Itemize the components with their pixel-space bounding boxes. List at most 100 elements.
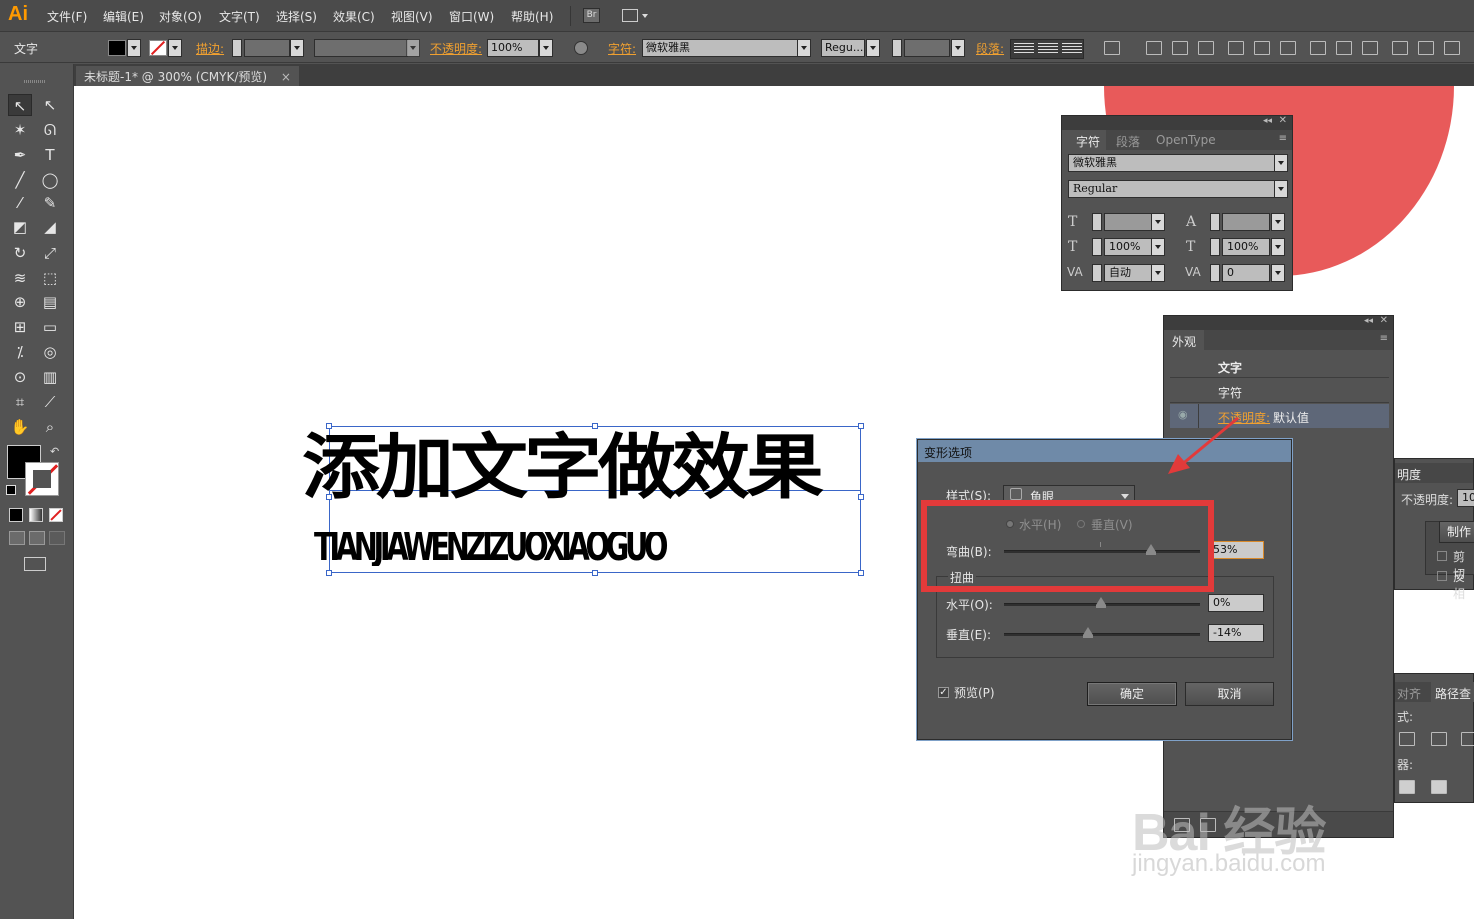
- selection-handle[interactable]: [858, 570, 864, 576]
- tab-align[interactable]: 对齐: [1397, 685, 1421, 702]
- tab-close-icon[interactable]: ×: [281, 70, 291, 84]
- dist-h-slider-knob[interactable]: [1096, 597, 1106, 608]
- selection-tool-icon[interactable]: ↖: [8, 94, 32, 116]
- align-left-objects-icon[interactable]: [1146, 41, 1162, 55]
- tab-opentype[interactable]: OpenType: [1156, 133, 1216, 147]
- align-vcenter-objects-icon[interactable]: [1254, 41, 1270, 55]
- clip-checkbox[interactable]: [1437, 551, 1447, 561]
- panel-menu-icon[interactable]: ≡: [1279, 133, 1287, 144]
- workspace-layout-icon[interactable]: [622, 9, 638, 22]
- draw-normal-icon[interactable]: [9, 531, 25, 545]
- stroke-weight-dropdown[interactable]: [290, 39, 304, 57]
- opacity-dropdown[interactable]: [539, 39, 553, 57]
- tab-character[interactable]: 字符: [1076, 133, 1100, 150]
- leading-dropdown[interactable]: [1271, 213, 1285, 231]
- font-size-field[interactable]: [1104, 213, 1152, 231]
- font-size-field[interactable]: [904, 39, 950, 57]
- slice-tool-icon[interactable]: ⟋: [38, 391, 62, 413]
- font-style-dropdown[interactable]: [866, 39, 880, 57]
- font-style-field[interactable]: Regular: [1068, 180, 1276, 198]
- preview-checkbox[interactable]: ✓: [938, 687, 949, 698]
- align-right-objects-icon[interactable]: [1198, 41, 1214, 55]
- menu-file[interactable]: 文件(F): [47, 8, 87, 25]
- free-transform-tool-icon[interactable]: ⬚: [38, 267, 62, 289]
- horizontal-scale-stepper[interactable]: [1210, 238, 1220, 256]
- eraser-tool-icon[interactable]: ◢: [38, 216, 62, 238]
- stroke-weight-field[interactable]: [244, 39, 290, 57]
- close-icon[interactable]: ✕: [1380, 315, 1388, 326]
- bend-field[interactable]: 53%: [1208, 541, 1264, 559]
- appearance-row[interactable]: 字符: [1170, 379, 1389, 403]
- distribute-right-icon[interactable]: [1444, 41, 1460, 55]
- font-size-dropdown[interactable]: [951, 39, 965, 57]
- tracking-stepper[interactable]: [1210, 264, 1220, 282]
- distribute-top-icon[interactable]: [1310, 41, 1326, 55]
- eyedropper-tool-icon[interactable]: ⁒: [8, 341, 32, 363]
- tab-pathfinder[interactable]: 路径查: [1435, 685, 1471, 702]
- gradient-mode-icon[interactable]: [29, 508, 43, 522]
- mesh-tool-icon[interactable]: ⊞: [8, 316, 32, 338]
- pathfinder-icon[interactable]: [1431, 780, 1447, 794]
- tab-paragraph[interactable]: 段落: [1116, 133, 1140, 150]
- selection-handle[interactable]: [592, 570, 598, 576]
- color-mode-icon[interactable]: [9, 508, 23, 522]
- ok-button[interactable]: 确定: [1087, 682, 1177, 706]
- warped-text-line1[interactable]: 添加文字做效果: [302, 416, 887, 502]
- gradient-tool-icon[interactable]: ▭: [38, 316, 62, 338]
- shape-mode-icon[interactable]: [1431, 732, 1447, 746]
- distribute-bottom-icon[interactable]: [1362, 41, 1378, 55]
- type-tool-icon[interactable]: T: [38, 144, 62, 166]
- dist-v-slider[interactable]: [1004, 633, 1200, 636]
- stroke-dropdown[interactable]: [168, 39, 182, 57]
- shape-mode-icon[interactable]: [1399, 732, 1415, 746]
- scale-tool-icon[interactable]: ⤢: [38, 242, 62, 264]
- align-left-icon[interactable]: [1014, 43, 1034, 55]
- horizontal-scale-field[interactable]: 100%: [1222, 238, 1270, 256]
- zoom-tool-icon[interactable]: ⌕: [38, 416, 62, 438]
- pen-tool-icon[interactable]: ✒: [8, 144, 32, 166]
- font-size-stepper[interactable]: [892, 39, 902, 57]
- kerning-field[interactable]: 自动: [1104, 264, 1152, 282]
- menu-edit[interactable]: 编辑(E): [103, 8, 144, 25]
- symbol-sprayer-tool-icon[interactable]: ⊙: [8, 366, 32, 388]
- screen-mode-icon[interactable]: [24, 557, 46, 571]
- none-mode-icon[interactable]: [49, 508, 63, 522]
- font-family-dropdown[interactable]: [797, 39, 811, 57]
- fill-swatch[interactable]: [108, 40, 126, 56]
- warped-text-line2[interactable]: TIANJIAWENZIZUOXIAOGUO: [314, 532, 669, 566]
- para-label[interactable]: 段落:: [976, 40, 1004, 57]
- vertical-scale-field[interactable]: 100%: [1104, 238, 1152, 256]
- menu-view[interactable]: 视图(V): [391, 8, 433, 25]
- font-family-dropdown[interactable]: [1274, 154, 1288, 172]
- recolor-icon[interactable]: [574, 41, 588, 55]
- stroke-color-swatch[interactable]: [25, 462, 59, 496]
- leading-stepper[interactable]: [1210, 213, 1220, 231]
- menu-select[interactable]: 选择(S): [276, 8, 317, 25]
- menu-window[interactable]: 窗口(W): [449, 8, 494, 25]
- opacity-label[interactable]: 不透明度:: [430, 40, 482, 57]
- invert-checkbox[interactable]: [1437, 571, 1447, 581]
- line-tool-icon[interactable]: ╱: [8, 169, 32, 191]
- swap-colors-icon[interactable]: ↶: [50, 445, 59, 458]
- magic-wand-tool-icon[interactable]: ✶: [8, 119, 32, 141]
- char-label[interactable]: 字符:: [608, 40, 636, 57]
- stroke-swatch[interactable]: [149, 40, 167, 56]
- stroke-label[interactable]: 描边:: [196, 40, 224, 57]
- font-style-field[interactable]: Regu...: [821, 39, 865, 57]
- ellipse-tool-icon[interactable]: ◯: [38, 169, 62, 191]
- paintbrush-tool-icon[interactable]: ⁄: [8, 192, 32, 214]
- tab-transparency[interactable]: 明度: [1397, 466, 1421, 483]
- document-tab[interactable]: 未标题-1* @ 300% (CMYK/预览) ×: [76, 66, 299, 86]
- stroke-weight-stepper[interactable]: [232, 39, 242, 57]
- horizontal-scale-dropdown[interactable]: [1271, 238, 1285, 256]
- align-center-icon[interactable]: [1038, 43, 1058, 55]
- distribute-hcenter-icon[interactable]: [1418, 41, 1434, 55]
- dist-v-slider-knob[interactable]: [1083, 627, 1093, 638]
- transform-reference-icon[interactable]: [1104, 41, 1120, 55]
- draw-inside-icon[interactable]: [49, 531, 65, 545]
- bridge-button[interactable]: Br: [583, 8, 600, 23]
- default-colors-icon[interactable]: [6, 485, 16, 495]
- collapse-icon[interactable]: ◂◂: [1364, 316, 1373, 326]
- direct-selection-tool-icon[interactable]: ↖: [38, 94, 62, 116]
- tab-appearance[interactable]: 外观: [1172, 333, 1196, 350]
